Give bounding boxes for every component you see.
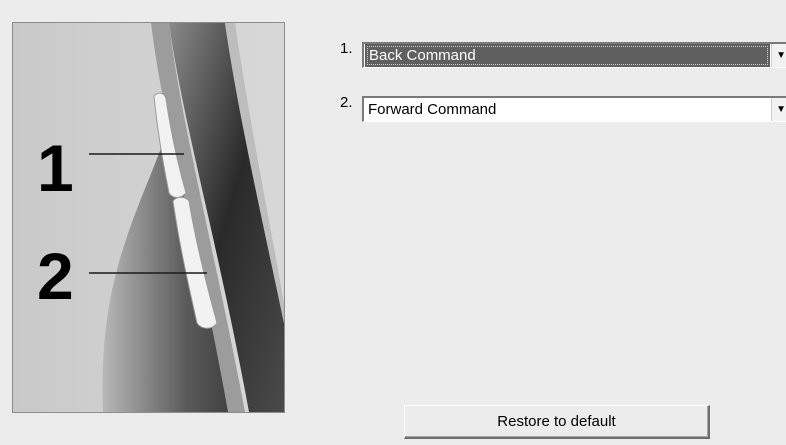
row-1-number: 1. [340, 40, 353, 57]
button-1-callout: 1 [37, 131, 74, 205]
button-settings-panel: 1 2 1. Back Command ▼ 2. Forward Command… [0, 0, 786, 445]
button-1-command-value: Back Command [365, 44, 770, 67]
triangle-down-icon[interactable]: ▼ [771, 98, 786, 121]
row-2-number: 2. [340, 94, 353, 111]
pen-illustration [13, 23, 284, 412]
restore-default-button[interactable]: Restore to default [404, 405, 710, 439]
button-2-command-value: Forward Command [368, 101, 497, 118]
button-1-command-dropdown[interactable]: Back Command ▼ [362, 42, 786, 68]
triangle-down-icon[interactable]: ▼ [771, 44, 786, 67]
pen-side-buttons-illustration: 1 2 [12, 22, 285, 413]
button-2-command-dropdown[interactable]: Forward Command ▼ [362, 96, 786, 122]
button-2-callout: 2 [37, 239, 74, 313]
